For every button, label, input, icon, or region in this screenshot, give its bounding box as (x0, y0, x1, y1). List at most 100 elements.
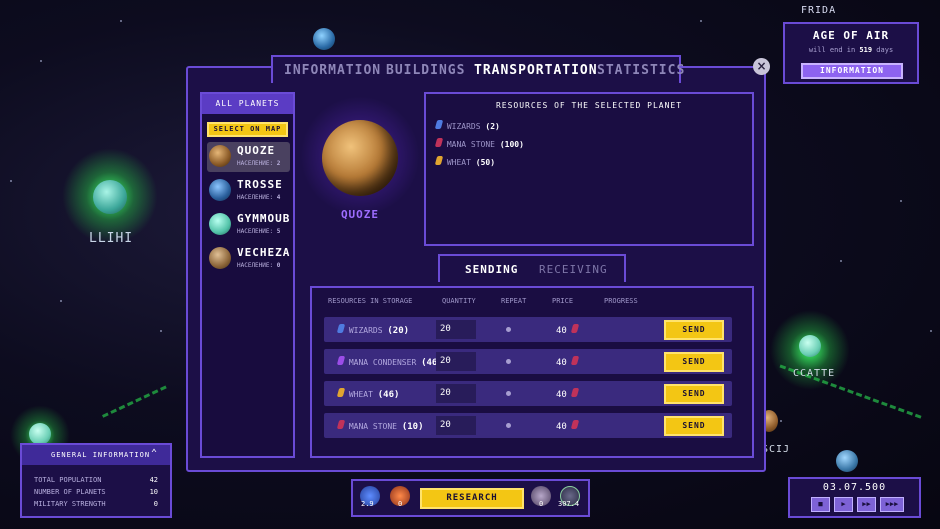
row-resource-count: (20) (387, 326, 410, 336)
play-icon[interactable]: ▶ (834, 497, 853, 512)
planets-sidebar: ALL PLANETS SELECT ON MAP QUOZE НАСЕЛЕНИ… (200, 92, 295, 458)
table-row: WIZARDS (20) 20 40 SEND (324, 317, 732, 342)
quantity-input[interactable]: 20 (436, 352, 476, 371)
research-button[interactable]: RESEARCH (420, 488, 524, 509)
selected-planet-name: QUOZE (340, 208, 380, 221)
map-planet[interactable] (836, 450, 858, 472)
map-planet-label: CCATTE (793, 368, 836, 379)
stat-fire-value: 0 (398, 500, 403, 508)
trosse-planet-icon (209, 179, 231, 201)
info-value: 0 (153, 500, 158, 508)
send-button[interactable]: SEND (664, 320, 724, 340)
planet-item-vecheza[interactable]: VECHEZA НАСЕЛЕНИЕ: 0 (207, 244, 290, 274)
mana-stone-icon (336, 420, 346, 429)
resource-name: WIZARDS (446, 122, 481, 131)
mana-stone-icon (571, 324, 580, 333)
column-header: REPEAT (501, 297, 527, 305)
fast-forward-icon[interactable]: ▶▶ (857, 497, 876, 512)
resource-amount: (2) (485, 122, 500, 131)
planet-item-quoze[interactable]: QUOZE НАСЕЛЕНИЕ: 2 (207, 142, 290, 172)
age-days-suffix: days (876, 46, 894, 54)
map-planet-ccatte[interactable] (799, 335, 821, 357)
column-header: PROGRESS (604, 297, 638, 305)
planet-item-gymmoub[interactable]: GYMMOUB НАСЕЛЕНИЕ: 5 (207, 210, 290, 240)
planet-dialog: ALL PLANETS SELECT ON MAP QUOZE НАСЕЛЕНИ… (186, 66, 766, 472)
age-days: 519 (859, 46, 873, 54)
send-button[interactable]: SEND (664, 352, 724, 372)
row-resource-name: WIZARDS (348, 326, 383, 335)
tab-buildings[interactable]: BUILDINGS (386, 63, 465, 78)
repeat-toggle[interactable] (506, 391, 511, 396)
general-info-panel: GENERAL INFORMATION ⌃ TOTAL POPULATION 4… (20, 443, 172, 518)
row-resource: MANA CONDENSER (460) (336, 356, 448, 368)
map-planet[interactable] (29, 423, 51, 445)
resource-item: WHEAT (50) (434, 156, 496, 167)
wheat-icon (434, 156, 444, 165)
planet-item-population: НАСЕЛЕНИЕ: 2 (237, 160, 280, 167)
general-info-title: GENERAL INFORMATION (51, 451, 151, 459)
close-icon[interactable]: × (753, 58, 770, 75)
info-label: MILITARY STRENGTH (34, 500, 106, 508)
tab-statistics[interactable]: STATISTICS (597, 63, 685, 78)
row-price-value: 40 (556, 358, 567, 368)
quantity-input[interactable]: 20 (436, 320, 476, 339)
player-name: FRIDA (801, 5, 837, 16)
planet-item-population: НАСЕЛЕНИЕ: 0 (237, 262, 280, 269)
age-ends-prefix: will end in (808, 46, 856, 54)
repeat-toggle[interactable] (506, 327, 511, 332)
general-info-header: GENERAL INFORMATION ⌃ (22, 445, 170, 465)
fastest-forward-icon[interactable]: ▶▶▶ (880, 497, 904, 512)
column-header: RESOURCES IN STORAGE (328, 297, 413, 305)
age-title: AGE OF AIR (812, 29, 890, 42)
population-label: НАСЕЛЕНИЕ: (237, 228, 274, 235)
stat-skull-value: 0 (539, 500, 544, 508)
table-row: WHEAT (46) 20 40 SEND (324, 381, 732, 406)
repeat-toggle[interactable] (506, 423, 511, 428)
wizard-icon (336, 324, 346, 333)
quantity-input[interactable]: 20 (436, 416, 476, 435)
mana-stone-icon (571, 356, 580, 365)
row-resource: WIZARDS (20) (336, 324, 410, 336)
population-label: НАСЕЛЕНИЕ: (237, 194, 274, 201)
column-header: QUANTITY (442, 297, 476, 305)
wheat-icon (336, 388, 346, 397)
planet-item-population: НАСЕЛЕНИЕ: 5 (237, 228, 280, 235)
table-row: MANA STONE (10) 20 40 SEND (324, 413, 732, 438)
select-on-map-button[interactable]: SELECT ON MAP (207, 122, 288, 137)
planet-item-trosse[interactable]: TROSSE НАСЕЛЕНИЕ: 4 (207, 176, 290, 206)
stop-icon[interactable]: ■ (811, 497, 830, 512)
vecheza-planet-icon (209, 247, 231, 269)
row-price: 40 (556, 420, 580, 432)
mana-stone-icon (571, 420, 580, 429)
tab-receiving[interactable]: RECEIVING (539, 263, 608, 276)
all-planets-header: ALL PLANETS (202, 94, 293, 114)
stat-water-value: 2.9 (361, 500, 374, 508)
wizard-icon (434, 120, 444, 129)
planet-resources-panel: RESOURCES OF THE SELECTED PLANET WIZARDS… (424, 92, 754, 246)
row-resource: WHEAT (46) (336, 388, 399, 400)
row-price-value: 40 (556, 326, 567, 336)
column-header: PRICE (552, 297, 574, 305)
bottom-bar: 2.9 0 RESEARCH 0 307.4 (351, 479, 590, 517)
info-value: 42 (149, 476, 158, 484)
resource-amount: (50) (475, 158, 496, 167)
repeat-toggle[interactable] (506, 359, 511, 364)
chevron-up-icon[interactable]: ⌃ (151, 448, 157, 459)
quoze-planet-icon (209, 145, 231, 167)
population-label: НАСЕЛЕНИЕ: (237, 160, 274, 167)
send-button[interactable]: SEND (664, 384, 724, 404)
send-button[interactable]: SEND (664, 416, 724, 436)
age-information-button[interactable]: INFORMATION (801, 63, 903, 79)
tab-transportation[interactable]: TRANSPORTATION (474, 63, 598, 78)
map-planet-llihi[interactable] (93, 180, 127, 214)
tab-information[interactable]: INFORMATION (284, 63, 381, 78)
row-price-value: 40 (556, 422, 567, 432)
tab-sending[interactable]: SENDING (465, 263, 518, 276)
map-planet[interactable] (313, 28, 335, 50)
row-resource-count: (10) (401, 422, 424, 432)
quantity-input[interactable]: 20 (436, 384, 476, 403)
population-label: НАСЕЛЕНИЕ: (237, 262, 274, 269)
population-value: 4 (276, 194, 281, 201)
population-value: 5 (276, 228, 281, 235)
planet-item-name: VECHEZA (237, 246, 291, 259)
